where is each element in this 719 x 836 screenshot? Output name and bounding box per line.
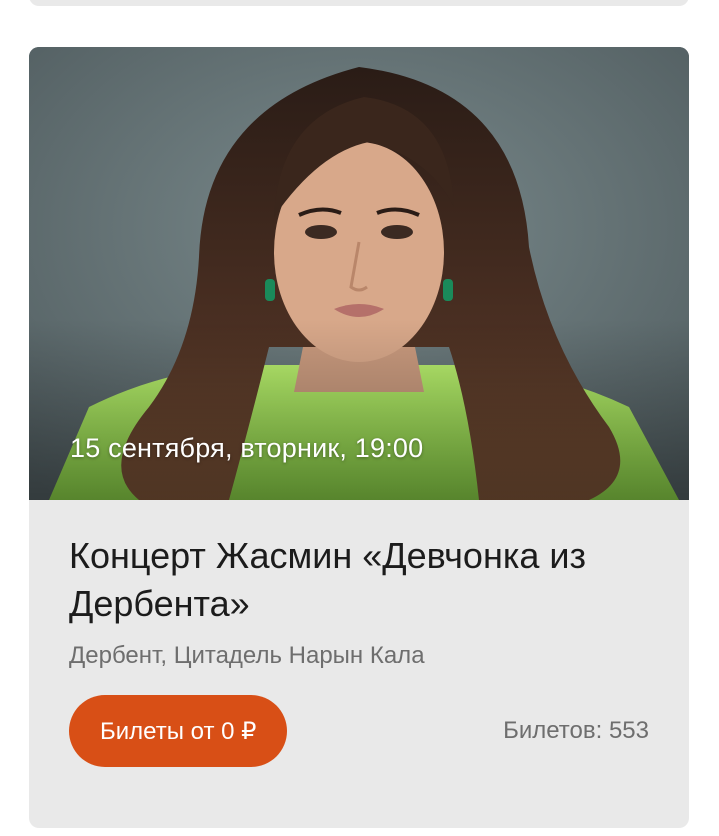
tickets-count: Билетов: 553 xyxy=(503,717,649,744)
event-date: 15 сентября, вторник, 19:00 xyxy=(70,433,424,463)
event-venue: Дербент, Цитадель Нарын Кала xyxy=(69,642,425,669)
event-photo[interactable]: 15 сентября, вторник, 19:00 xyxy=(29,47,689,500)
event-card[interactable]: 15 сентября, вторник, 19:00 Концерт Жасм… xyxy=(29,47,689,828)
event-title[interactable]: Концерт Жасмин «Девчонка из Дербента» xyxy=(69,532,649,628)
previous-card-edge xyxy=(29,0,689,6)
buy-tickets-button[interactable]: Билеты от 0 ₽ xyxy=(69,695,288,767)
event-actions: Билеты от 0 ₽ Билетов: 553 xyxy=(69,695,649,767)
event-info: Концерт Жасмин «Девчонка из Дербента» Де… xyxy=(29,500,689,670)
